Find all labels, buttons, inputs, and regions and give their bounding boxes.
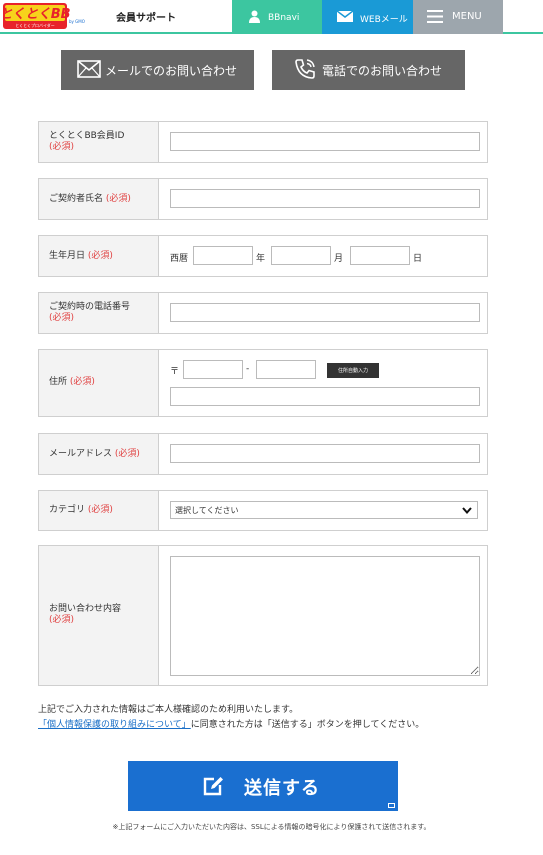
menu-button[interactable]: MENU: [413, 0, 503, 34]
member-id-label-text: とくとくBB会員ID: [49, 131, 125, 141]
form-label-cell: ご契約者氏名 (必須): [39, 179, 159, 219]
usage-note: 上記でご入力された情報はご本人様確認のため利用いたします。: [38, 705, 299, 715]
envelope-icon: [77, 60, 101, 78]
mail-inquiry-button[interactable]: メールでのお問い合わせ: [61, 50, 254, 90]
category-label-text: カテゴリ: [49, 505, 86, 515]
form-label-cell: ご契約時の電話番号 (必須): [39, 293, 159, 333]
required-mark: (必須): [49, 313, 75, 323]
submit-button[interactable]: 送信する: [128, 761, 398, 811]
required-mark: (必須): [114, 449, 140, 459]
email-label: メールアドレス (必須): [49, 449, 140, 460]
birth-day-input[interactable]: [350, 246, 410, 265]
window-icon: [388, 803, 395, 808]
form-row-inquiry: お問い合わせ内容 (必須): [38, 545, 488, 686]
required-mark: (必須): [49, 615, 75, 625]
category-select[interactable]: 選択してください: [170, 501, 478, 519]
inquiry-label: お問い合わせ内容 (必須): [49, 604, 121, 626]
year-unit: 年: [256, 254, 266, 264]
contract-name-input[interactable]: [170, 189, 480, 208]
logo-text: とくとくBB: [3, 7, 71, 22]
form-row-email: メールアドレス (必須): [38, 433, 488, 475]
chevron-down-icon: [462, 507, 472, 514]
address-label-text: 住所: [49, 377, 68, 387]
required-mark: (必須): [87, 251, 113, 261]
submit-label: 送信する: [244, 778, 320, 798]
zip-mark: 〒: [170, 367, 180, 377]
member-id-input[interactable]: [170, 132, 480, 151]
bbnavi-label: BBnavi: [268, 13, 300, 23]
form-label-cell: とくとくBB会員ID (必須): [39, 122, 159, 162]
member-id-label: とくとくBB会員ID (必須): [49, 131, 124, 153]
support-title: 会員サポート: [116, 13, 176, 24]
birth-date-label: 生年月日 (必須): [49, 251, 113, 262]
category-label: カテゴリ (必須): [49, 505, 113, 516]
form-row-address: 住所 (必須) 〒 - 住所自動入力: [38, 349, 488, 417]
required-mark: (必須): [69, 377, 95, 387]
inquiry-textarea[interactable]: [170, 556, 480, 676]
form-row-category: カテゴリ (必須) 選択してください: [38, 490, 488, 531]
form-label-cell: メールアドレス (必須): [39, 434, 159, 474]
user-icon: [249, 10, 260, 23]
edit-icon: [203, 777, 223, 796]
site-header: とくとくBB とくとくプロバイダー by GMO 会員サポート BBnavi W…: [0, 0, 543, 34]
birth-month-input[interactable]: [271, 246, 331, 265]
logo-tagline: とくとくプロバイダー: [15, 22, 55, 28]
birth-year-input[interactable]: [193, 246, 253, 265]
menu-label: MENU: [452, 11, 482, 22]
birth-date-label-text: 生年月日: [49, 251, 86, 261]
web-mail-button[interactable]: WEBメール: [322, 0, 413, 34]
form-row-birth-date: 生年月日 (必須) 西暦 年 月 日: [38, 235, 488, 277]
zip-first-input[interactable]: [183, 360, 243, 379]
month-unit: 月: [334, 254, 344, 264]
hamburger-icon: [427, 10, 443, 23]
address-label: 住所 (必須): [49, 377, 95, 388]
bbnavi-button[interactable]: BBnavi: [232, 0, 322, 34]
contract-name-label: ご契約者氏名 (必須): [49, 194, 131, 205]
category-selected-value: 選択してください: [175, 506, 239, 515]
email-label-text: メールアドレス: [49, 449, 113, 459]
logo-sub: by GMO: [69, 19, 85, 24]
form-label-cell: 住所 (必須): [39, 350, 159, 416]
ssl-note: ※上記フォームにご入力いただいた内容は、SSLによる情報の暗号化により保護されて…: [112, 823, 431, 831]
phone-inquiry-label: 電話でのお問い合わせ: [322, 64, 443, 78]
web-mail-label: WEBメール: [360, 15, 408, 25]
era-label: 西暦: [170, 254, 189, 264]
envelope-icon: [337, 11, 353, 22]
privacy-consent-note: 「個人情報保護の取り組みについて」に同意された方は「送信する」ボタンを押してくだ…: [38, 717, 424, 730]
inquiry-label-text: お問い合わせ内容: [49, 604, 122, 614]
form-row-phone: ご契約時の電話番号 (必須): [38, 292, 488, 334]
privacy-policy-link[interactable]: 「個人情報保護の取り組みについて」: [38, 720, 191, 730]
phone-label-text: ご契約時の電話番号: [49, 302, 131, 312]
required-mark: (必須): [105, 194, 131, 204]
tokutoku-bb-logo[interactable]: とくとくBB とくとくプロバイダー by GMO: [3, 3, 111, 31]
zip-dash: -: [246, 364, 250, 374]
day-unit: 日: [413, 254, 423, 264]
phone-icon: [295, 59, 315, 79]
phone-label: ご契約時の電話番号 (必須): [49, 302, 130, 324]
zip-autofill-button[interactable]: 住所自動入力: [327, 363, 379, 378]
phone-inquiry-button[interactable]: 電話でのお問い合わせ: [272, 50, 465, 90]
form-label-cell: カテゴリ (必須): [39, 491, 159, 530]
required-mark: (必須): [49, 142, 75, 152]
phone-input[interactable]: [170, 303, 480, 322]
address-input[interactable]: [170, 387, 480, 406]
mail-inquiry-label: メールでのお問い合わせ: [105, 64, 238, 78]
form-row-contract-name: ご契約者氏名 (必須): [38, 178, 488, 220]
form-row-member-id: とくとくBB会員ID (必須): [38, 121, 488, 163]
contract-name-label-text: ご契約者氏名: [49, 194, 104, 204]
form-label-cell: 生年月日 (必須): [39, 236, 159, 276]
form-label-cell: お問い合わせ内容 (必須): [39, 546, 159, 685]
zip-second-input[interactable]: [256, 360, 316, 379]
required-mark: (必須): [87, 505, 113, 515]
email-input[interactable]: [170, 444, 480, 463]
privacy-consent-text: に同意された方は「送信する」ボタンを押してください。: [190, 720, 425, 730]
